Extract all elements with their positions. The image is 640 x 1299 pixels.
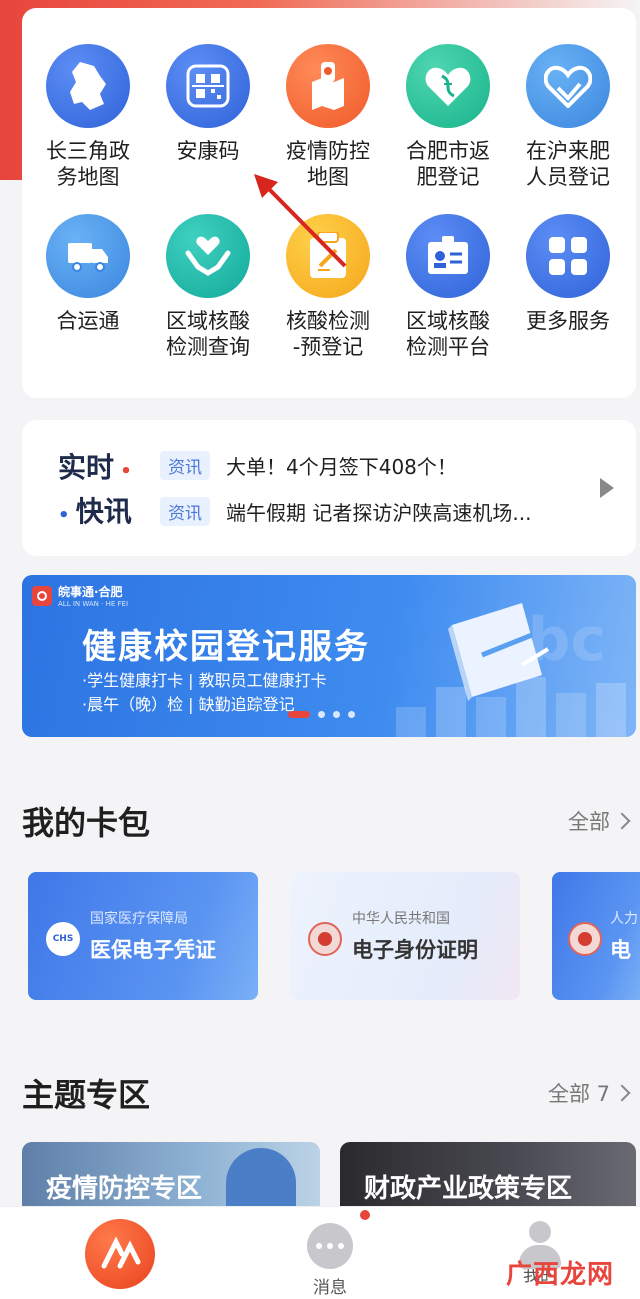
news-logo-line2: 快讯: [75, 495, 132, 528]
qr-code-icon: [166, 44, 250, 128]
news-ticker-card[interactable]: 实时 • • 快讯 资讯 大单！4个月签下408个！ 资讯 端午假期 记者探访沪…: [22, 420, 636, 556]
card-name: 医保电子凭证: [90, 938, 216, 962]
service-item[interactable]: 疫情防控 地图: [268, 44, 388, 214]
wallet-more-label: 全部: [568, 810, 610, 834]
national-emblem-icon: [308, 922, 342, 956]
banner-line: ·学生健康打卡 | 教职员工健康打卡: [82, 671, 327, 690]
banner-line: ·晨午（晚）检 | 缺勤追踪登记: [82, 695, 295, 714]
service-label: 长三角政 务地图: [46, 139, 130, 189]
news-tag: 资讯: [160, 450, 210, 480]
topics-more-label: 全部 7: [547, 1082, 610, 1106]
service-item[interactable]: 合肥市返 肥登记: [388, 44, 508, 214]
wallet-card-medical[interactable]: CHS 国家医疗保障局 医保电子凭证: [28, 872, 258, 1000]
service-item[interactable]: 更多服务: [508, 214, 628, 384]
news-item[interactable]: 资讯 端午假期 记者探访沪陕高速机场...: [160, 496, 531, 526]
heart-shield-icon: [526, 44, 610, 128]
id-card-icon: [406, 214, 490, 298]
banner-brand-name: 皖事通·合肥: [58, 585, 123, 599]
wallet-section-title: 我的卡包: [22, 804, 151, 842]
truck-icon: [46, 214, 130, 298]
tab-label: 消息: [313, 1278, 347, 1298]
service-label: 合运通: [56, 309, 120, 333]
topic-card-label: 疫情防控专区: [46, 1174, 203, 1204]
play-icon[interactable]: [600, 478, 614, 498]
topic-card-label: 财政产业政策专区: [364, 1174, 573, 1204]
news-logo-line1: 实时: [58, 451, 115, 484]
banner-brand: 皖事通·合肥 ALL IN WAN · HE FEI: [32, 583, 128, 608]
carousel-dots[interactable]: [288, 711, 355, 718]
card-issuer: 国家医疗保障局: [90, 911, 188, 927]
banner-bars-illustration: [396, 677, 626, 737]
card-name: 电子身份证明: [352, 938, 478, 962]
service-label: 合肥市返 肥登记: [406, 139, 490, 189]
card-issuer: 人力: [610, 911, 638, 927]
carousel-dot[interactable]: [318, 711, 325, 718]
tab-messages[interactable]: 消息: [270, 1207, 390, 1299]
service-item[interactable]: 区域核酸 检测平台: [388, 214, 508, 384]
service-label: 在沪来肥 人员登记: [526, 139, 610, 189]
form-pen-icon: [286, 214, 370, 298]
notification-dot: [360, 1210, 370, 1220]
service-item[interactable]: 区域核酸 检测查询: [148, 214, 268, 384]
service-item[interactable]: 在沪来肥 人员登记: [508, 44, 628, 214]
wallet-card-partial[interactable]: 人力 电: [552, 872, 640, 1000]
carousel-dot[interactable]: [348, 711, 355, 718]
emblem-text: CHS: [52, 934, 74, 944]
service-label: 安康码: [176, 139, 240, 163]
carousel-dot[interactable]: [333, 711, 340, 718]
map-icon: [46, 44, 130, 128]
chevron-right-icon: [613, 1084, 631, 1102]
message-icon: [307, 1223, 353, 1269]
service-label: 区域核酸 检测查询: [166, 309, 250, 359]
card-issuer: 中华人民共和国: [352, 911, 450, 927]
dna-heart-icon: [406, 44, 490, 128]
topics-more-link[interactable]: 全部 7: [547, 1078, 631, 1108]
topic-card-finance[interactable]: 财政产业政策专区: [340, 1142, 636, 1212]
home-logo-icon: [85, 1219, 155, 1289]
service-grid: 长三角政 务地图 安康码 疫情防控 地图 合肥市返 肥登记 在沪来肥 人员登记合运通 区域…: [22, 44, 636, 384]
service-grid-card: 长三角政 务地图 安康码 疫情防控 地图 合肥市返 肥登记 在沪来肥 人员登记合运通 区域…: [22, 8, 636, 398]
news-item[interactable]: 资讯 大单！4个月签下408个！: [160, 450, 457, 480]
nurse-illustration: [226, 1148, 296, 1208]
banner-brand-sub: ALL IN WAN · HE FEI: [58, 600, 129, 608]
topics-section-title: 主题专区: [22, 1076, 151, 1114]
app-logo-icon: [32, 585, 52, 606]
service-item[interactable]: 长三角政 务地图: [28, 44, 148, 214]
card-name: 电: [610, 938, 631, 962]
banner-title: 健康校园登记服务: [82, 627, 370, 667]
news-logo: 实时 • • 快讯: [58, 451, 132, 528]
carousel-dot[interactable]: [288, 711, 310, 718]
service-label: 区域核酸 检测平台: [406, 309, 490, 359]
service-item[interactable]: 安康码: [148, 44, 268, 214]
wallet-more-link[interactable]: 全部: [568, 806, 631, 836]
news-tag: 资讯: [160, 496, 210, 526]
chevron-right-icon: [613, 812, 631, 830]
medical-insurance-emblem-icon: CHS: [46, 922, 80, 956]
epidemic-map-icon: [286, 44, 370, 128]
news-headline: 大单！4个月签下408个！: [226, 454, 457, 479]
service-item[interactable]: 核酸检测 -预登记: [268, 214, 388, 384]
site-watermark: 广西龙网: [506, 1260, 615, 1290]
service-label: 核酸检测 -预登记: [286, 309, 370, 359]
service-label: 疫情防控 地图: [286, 139, 370, 189]
wallet-card-id[interactable]: 中华人民共和国 电子身份证明: [290, 872, 520, 1000]
grid-icon: [526, 214, 610, 298]
service-item[interactable]: 合运通: [28, 214, 148, 384]
hands-heart-icon: [166, 214, 250, 298]
emblem-icon: [568, 922, 602, 956]
service-label: 更多服务: [526, 309, 610, 333]
health-campus-banner[interactable]: 皖事通·合肥 ALL IN WAN · HE FEI 健康校园登记服务 ·学生健…: [22, 575, 636, 737]
topic-card-epidemic[interactable]: 疫情防控专区: [22, 1142, 320, 1212]
tab-home[interactable]: [60, 1207, 180, 1299]
news-headline: 端午假期 记者探访沪陕高速机场...: [226, 500, 532, 525]
